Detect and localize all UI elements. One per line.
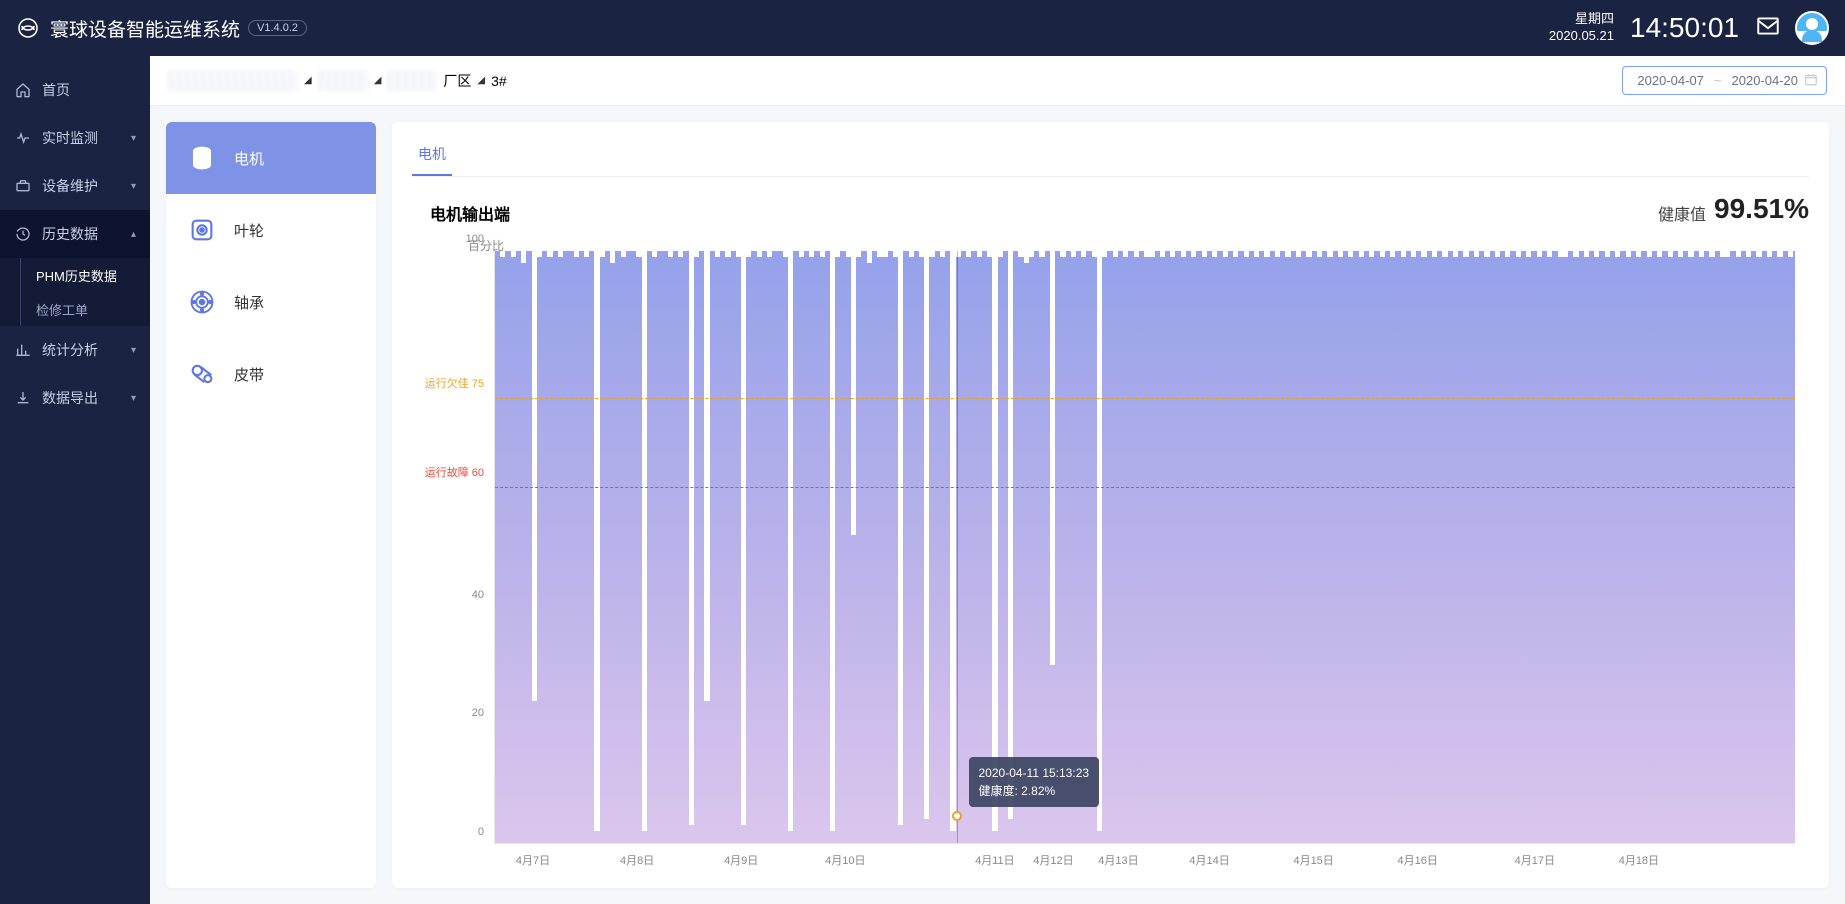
health-label: 健康值 [1658,201,1706,225]
caret-icon: ◢ [304,75,312,86]
breadcrumb-seg-redacted [168,70,298,92]
component-item-label: 叶轮 [234,220,264,241]
breadcrumb-seg-final: 3# [491,73,507,89]
sidebar-item-label: 统计分析 [42,340,131,360]
date-range-sep: ~ [1714,73,1722,88]
sidebar-item-history[interactable]: 历史数据 ▴ [0,210,150,258]
date-range-end: 2020-04-20 [1732,73,1799,88]
chevron-down-icon: ▾ [131,133,136,144]
component-list: 电机 叶轮 轴承 皮带 [166,122,376,888]
chart-icon [14,342,32,358]
caret-icon: ◢ [374,75,382,86]
date-range-picker[interactable]: 2020-04-07 ~ 2020-04-20 [1622,66,1827,95]
app-version: V1.4.0.2 [248,20,307,36]
breadcrumb[interactable]: ◢ ◢ 厂区 ◢ 3# [168,70,507,92]
x-tick: 4月12日 [1033,852,1073,868]
health-value: 99.51% [1714,193,1809,225]
mark-line [495,398,1795,399]
component-item-label: 电机 [234,148,264,169]
sidebar-item-analytics[interactable]: 统计分析 ▾ [0,326,150,374]
user-avatar[interactable] [1795,11,1829,45]
sidebar: 首页 实时监测 ▾ 设备维护 ▾ 历史数据 ▴ PHM历史数据 检修工单 统计分… [0,56,150,904]
impeller-icon [188,216,216,244]
tab-row: 电机 [412,134,1809,177]
chart-title: 电机输出端 [430,201,510,225]
export-icon [14,390,32,406]
header-date-block: 星期四 2020.05.21 [1549,11,1614,45]
chevron-down-icon: ▾ [131,345,136,356]
logo-icon [16,16,40,40]
component-item-bearing[interactable]: 轴承 [166,266,376,338]
x-tick: 4月7日 [516,852,550,868]
header-date: 2020.05.21 [1549,28,1614,45]
sidebar-item-label: 首页 [42,80,136,100]
sidebar-item-realtime[interactable]: 实时监测 ▾ [0,114,150,162]
sidebar-subitem-phm[interactable]: PHM历史数据 [36,258,150,292]
mark-line-label: 运行故障 60 [420,464,490,480]
x-tick: 4月17日 [1515,852,1555,868]
sidebar-item-home[interactable]: 首页 [0,66,150,114]
chart-area[interactable]: 百分比 02040100运行欠佳 75运行故障 60 2020-04-11 15… [420,237,1801,872]
toolbox-icon [14,178,32,194]
component-item-motor[interactable]: 电机 [166,122,376,194]
monitor-icon [14,130,32,146]
chart-hover-point [952,811,962,821]
belt-icon [188,360,216,388]
tab-motor[interactable]: 电机 [412,134,452,176]
sidebar-item-maintain[interactable]: 设备维护 ▾ [0,162,150,210]
y-tick: 0 [420,826,490,838]
x-tick: 4月13日 [1098,852,1138,868]
mail-icon[interactable] [1755,13,1781,44]
component-item-impeller[interactable]: 叶轮 [166,194,376,266]
sidebar-item-label: 设备维护 [42,176,131,196]
breadcrumb-seg-redacted [318,70,368,92]
y-axis: 02040100运行欠佳 75运行故障 60 [420,251,490,844]
sidebar-item-label: 实时监测 [42,128,131,148]
chevron-up-icon: ▴ [131,229,136,240]
mark-line [495,487,1795,488]
component-item-label: 皮带 [234,364,264,385]
home-icon [14,82,32,98]
y-tick: 40 [420,589,490,601]
x-tick: 4月16日 [1398,852,1438,868]
y-tick: 100 [420,233,490,245]
calendar-icon [1804,72,1818,89]
x-tick: 4月10日 [825,852,865,868]
sidebar-item-label: 历史数据 [42,224,131,244]
header-clock: 14:50:01 [1630,12,1739,44]
x-tick: 4月8日 [620,852,654,868]
x-tick: 4月15日 [1293,852,1333,868]
x-tick: 4月9日 [724,852,758,868]
y-tick: 20 [420,707,490,719]
x-tick: 4月14日 [1189,852,1229,868]
x-axis: 4月7日 4月8日 4月9日 4月10日 4月11日 4月12日 4月13日 4月14日 4月1… [494,848,1795,872]
breadcrumb-seg-redacted [387,70,437,92]
motor-icon [188,144,216,172]
chart-panel: 电机 电机输出端 健康值 99.51% 百分比 02040100运行欠佳 75运… [392,122,1829,888]
sidebar-item-export[interactable]: 数据导出 ▾ [0,374,150,422]
history-icon [14,226,32,242]
date-range-start: 2020-04-07 [1637,73,1704,88]
sidebar-submenu-history: PHM历史数据 检修工单 [0,258,150,326]
app-header: 寰球设备智能运维系统 V1.4.0.2 星期四 2020.05.21 14:50… [0,0,1845,56]
breadcrumb-bar: ◢ ◢ 厂区 ◢ 3# 2020-04-07 ~ 2020-04-20 [150,56,1845,106]
caret-icon: ◢ [477,75,485,86]
chart-hover-line [957,251,958,843]
chevron-down-icon: ▾ [131,393,136,404]
x-tick: 4月11日 [975,852,1015,868]
header-weekday: 星期四 [1549,11,1614,28]
x-tick: 4月18日 [1619,852,1659,868]
bearing-icon [188,288,216,316]
component-item-label: 轴承 [234,292,264,313]
component-item-belt[interactable]: 皮带 [166,338,376,410]
mark-line-label: 运行欠佳 75 [420,375,490,391]
sidebar-item-label: 数据导出 [42,388,131,408]
chevron-down-icon: ▾ [131,181,136,192]
app-title: 寰球设备智能运维系统 [50,15,240,42]
sidebar-subitem-workorder[interactable]: 检修工单 [36,292,150,326]
breadcrumb-seg-suffix: 厂区 [443,71,471,91]
chart-plot: 2020-04-11 15:13:23健康度: 2.82% [494,251,1795,844]
